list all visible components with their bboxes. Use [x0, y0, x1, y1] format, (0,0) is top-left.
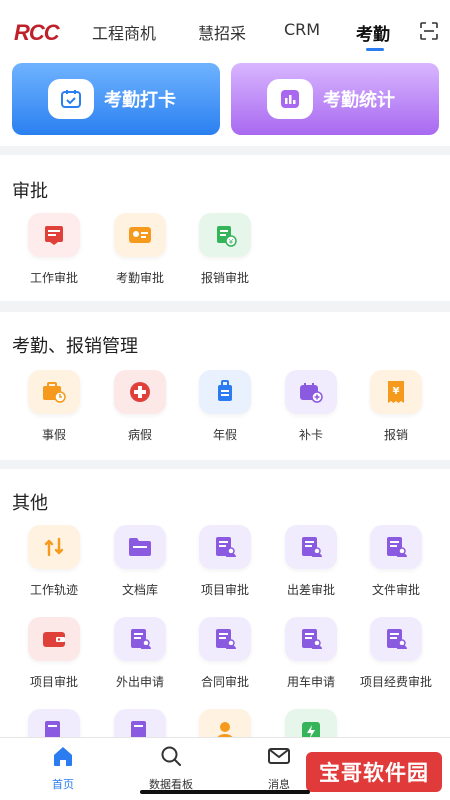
project-approval-label: 项目审批	[200, 583, 249, 597]
home-indicator	[140, 790, 310, 794]
nav-home-label: 首页	[52, 778, 74, 791]
document-stamp-icon	[28, 213, 80, 257]
checkin-card[interactable]: 考勤打卡	[12, 63, 220, 135]
calendar-add-icon	[285, 370, 337, 414]
folder-icon	[114, 525, 166, 569]
nav-home[interactable]: 首页	[23, 744, 103, 792]
personal-leave-button[interactable]: 事假	[9, 370, 99, 443]
wallet-icon	[28, 617, 80, 661]
form-person-icon	[285, 525, 337, 569]
file-approval-button[interactable]: 文件审批	[351, 525, 441, 598]
search-icon	[161, 746, 181, 766]
form-person-icon	[370, 617, 422, 661]
outing-request-button[interactable]: 外出申请	[95, 617, 185, 690]
receipt-yen-icon: ¥	[199, 213, 251, 257]
outing-request-label: 外出申请	[115, 675, 164, 689]
scan-icon[interactable]	[420, 22, 438, 40]
yen-receipt-icon: ¥	[370, 370, 422, 414]
reimbursement-approval-label: 报销审批	[200, 271, 249, 285]
tab-procurement[interactable]: 慧招采	[198, 20, 246, 44]
annual-leave-button[interactable]: 年假	[180, 370, 270, 443]
sick-leave-button[interactable]: 病假	[95, 370, 185, 443]
id-card-icon	[114, 213, 166, 257]
project-approval-2-button[interactable]: 项目审批	[9, 617, 99, 690]
svg-text:¥: ¥	[393, 386, 400, 397]
attendance-approval-button[interactable]: 考勤审批	[95, 213, 185, 286]
approval-title: 审批	[12, 181, 48, 202]
stats-card[interactable]: 考勤统计	[231, 63, 439, 135]
vehicle-request-button[interactable]: 用车申请	[266, 617, 356, 690]
contract-approval-button[interactable]: 合同审批	[180, 617, 270, 690]
card-makeup-label: 补卡	[298, 428, 323, 442]
form-person-icon	[199, 617, 251, 661]
calendar-check-icon	[48, 79, 94, 119]
personal-leave-label: 事假	[41, 428, 66, 442]
card-makeup-button[interactable]: 补卡	[266, 370, 356, 443]
form-person-icon	[285, 617, 337, 661]
brand-logo: RCC	[14, 20, 60, 45]
watermark: 宝哥软件园	[306, 752, 442, 792]
app-screen: RCC 工程商机 慧招采 CRM 考勤 考勤打卡 考勤统计 审批 工作审批 考勤…	[0, 0, 450, 800]
other-title: 其他	[12, 493, 48, 514]
annual-leave-label: 年假	[212, 428, 237, 442]
stats-label: 考勤统计	[323, 90, 395, 111]
project-approval-2-label: 项目审批	[29, 675, 78, 689]
tab-engineering-leads[interactable]: 工程商机	[92, 20, 156, 44]
business-trip-approval-button[interactable]: 出差审批	[266, 525, 356, 598]
home-icon	[54, 747, 72, 766]
form-person-icon	[370, 525, 422, 569]
project-expense-approval-button[interactable]: 项目经费审批	[351, 617, 441, 690]
attendance-approval-label: 考勤审批	[115, 271, 164, 285]
project-approval-button[interactable]: 项目审批	[180, 525, 270, 598]
checkin-label: 考勤打卡	[104, 90, 176, 111]
svg-text:¥: ¥	[229, 238, 234, 246]
mail-icon	[268, 748, 290, 764]
briefcase-clock-icon	[28, 370, 80, 414]
other-section: 其他 工作轨迹 文档库 项目审批 出差审批 文件审批 项目审批 外出申请 合同审…	[0, 469, 450, 753]
document-library-button[interactable]: 文档库	[95, 525, 185, 598]
attendance-management-title: 考勤、报销管理	[12, 336, 138, 357]
business-trip-approval-label: 出差审批	[286, 583, 335, 597]
document-library-label: 文档库	[121, 583, 158, 597]
luggage-icon	[199, 370, 251, 414]
reimbursement-button[interactable]: ¥ 报销	[351, 370, 441, 443]
attendance-management-section: 考勤、报销管理 事假 病假 年假 补卡 ¥ 报销	[0, 312, 450, 460]
active-tab-indicator	[366, 48, 384, 51]
file-approval-label: 文件审批	[371, 583, 420, 597]
tab-crm[interactable]: CRM	[284, 20, 320, 39]
sick-leave-label: 病假	[127, 428, 152, 442]
work-track-label: 工作轨迹	[29, 583, 78, 597]
hero-area: 考勤打卡 考勤统计	[0, 60, 450, 146]
form-person-icon	[114, 617, 166, 661]
reimbursement-label: 报销	[383, 428, 408, 442]
medical-cross-icon	[114, 370, 166, 414]
work-approval-label: 工作审批	[29, 271, 78, 285]
approval-section: 审批 工作审批 考勤审批 ¥ 报销审批	[0, 155, 450, 301]
nav-dashboard[interactable]: 数据看板	[131, 744, 211, 792]
project-expense-approval-label: 项目经费审批	[359, 675, 432, 689]
vehicle-request-label: 用车申请	[286, 675, 335, 689]
work-approval-button[interactable]: 工作审批	[9, 213, 99, 286]
top-tab-bar: RCC 工程商机 慧招采 CRM 考勤	[0, 0, 450, 60]
track-arrows-icon	[28, 525, 80, 569]
reimbursement-approval-button[interactable]: ¥ 报销审批	[180, 213, 270, 286]
contract-approval-label: 合同审批	[200, 675, 249, 689]
bar-chart-icon	[267, 79, 313, 119]
tab-attendance[interactable]: 考勤	[356, 20, 390, 45]
form-person-icon	[199, 525, 251, 569]
work-track-button[interactable]: 工作轨迹	[9, 525, 99, 598]
